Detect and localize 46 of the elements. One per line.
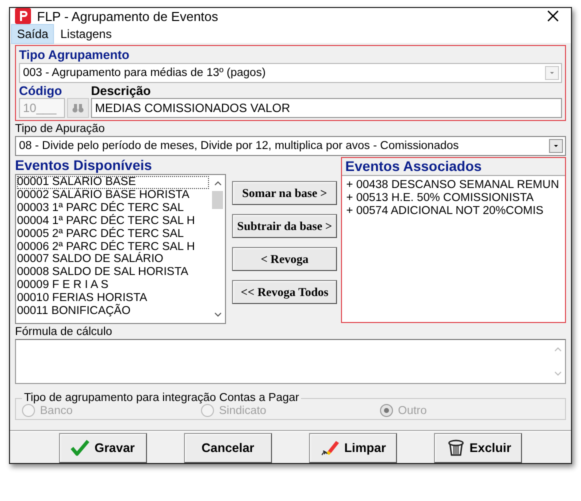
list-item[interactable]: 00002 SALÁRIO BASE HORISTA <box>17 188 192 202</box>
field-label: Tipo de Apuração <box>15 123 106 136</box>
binoculars-button[interactable] <box>67 98 89 118</box>
list-item[interactable]: + 00513 H.E. 50% COMISSIONISTA <box>346 192 536 205</box>
description-field[interactable]: MEDIAS COMISSIONADOS VALOR <box>91 98 562 118</box>
trash-icon <box>446 438 466 456</box>
list-item[interactable]: 00001 SALARIO BASE <box>17 176 209 189</box>
available-events-list[interactable] <box>15 174 226 324</box>
section-heading: Eventos Associados <box>342 158 565 176</box>
list-item[interactable]: 00005 2ª PARC DÉC TERC SAL <box>17 228 186 241</box>
list-item[interactable]: 00011 BONIFICAÇÃO <box>17 305 133 318</box>
dialog-button[interactable]: Limpar <box>309 432 398 462</box>
associated-events-list[interactable]: + 00438 DESCANSO SEMANAL REMUN + 00513 H.E. 50% COMISSIONISTA + 00574 ADICIONAL NOT 20%COMIS <box>342 176 565 322</box>
list-item[interactable]: + 00574 ADICIONAL NOT 20%COMIS <box>346 204 546 218</box>
action-button[interactable]: << Revoga Todos <box>232 280 338 304</box>
action-button[interactable]: Somar na base > <box>232 181 338 205</box>
scroll-up-icon[interactable] <box>212 179 222 187</box>
menu-item[interactable]: Listagens <box>54 24 118 44</box>
dialog-button[interactable]: Cancelar <box>184 432 272 462</box>
dialog-button[interactable]: Excluir <box>434 432 522 462</box>
action-button[interactable]: Subtrair da base > <box>232 214 338 238</box>
binoculars-icon <box>72 103 84 113</box>
list-item[interactable]: 00007 SALDO DE SALÁRIO <box>17 253 166 266</box>
section-heading: Eventos Disponíveis <box>15 157 153 174</box>
list-item[interactable]: 00003 1ª PARC DÉC TERC SAL <box>17 202 186 215</box>
group-label: Tipo de agrupamento para integração Contas a Pagar <box>23 392 300 404</box>
window-title: FLP - Agrupamento de Eventos <box>37 8 220 24</box>
close-icon[interactable] <box>547 10 559 22</box>
list-item[interactable]: 00008 SALDO DE SAL HORISTA <box>17 266 190 280</box>
field-label: Código <box>19 84 64 98</box>
list-item[interactable]: 00004 1ª PARC DÉC TERC SAL H <box>17 214 197 228</box>
field-label: Fórmula de cálculo <box>15 326 114 339</box>
scroll-down-icon[interactable] <box>212 311 222 319</box>
list-item[interactable]: 00009 F E R I A S <box>17 279 110 292</box>
list-item[interactable]: + 00438 DESCANSO SEMANAL REMUN <box>346 179 561 192</box>
action-button[interactable]: < Revoga <box>232 247 338 271</box>
checkmark-icon <box>70 438 90 456</box>
menu-item[interactable]: Saída <box>11 24 54 44</box>
calculation-type-dropdown[interactable]: 08 - Divide pelo período de meses, Divide por 12, multiplica por avos - Comissionados <box>15 136 566 156</box>
dialog-button[interactable]: Gravar <box>58 432 147 462</box>
field-label: Descrição <box>91 84 152 98</box>
field-label: Tipo Agrupamento <box>19 48 130 62</box>
list-item[interactable]: 00006 2ª PARC DÉC TERC SAL H <box>17 240 197 254</box>
scrollbar-thumb[interactable] <box>212 191 223 209</box>
eraser-icon <box>320 438 340 456</box>
list-item[interactable]: 00010 FERIAS HORISTA <box>17 292 150 306</box>
